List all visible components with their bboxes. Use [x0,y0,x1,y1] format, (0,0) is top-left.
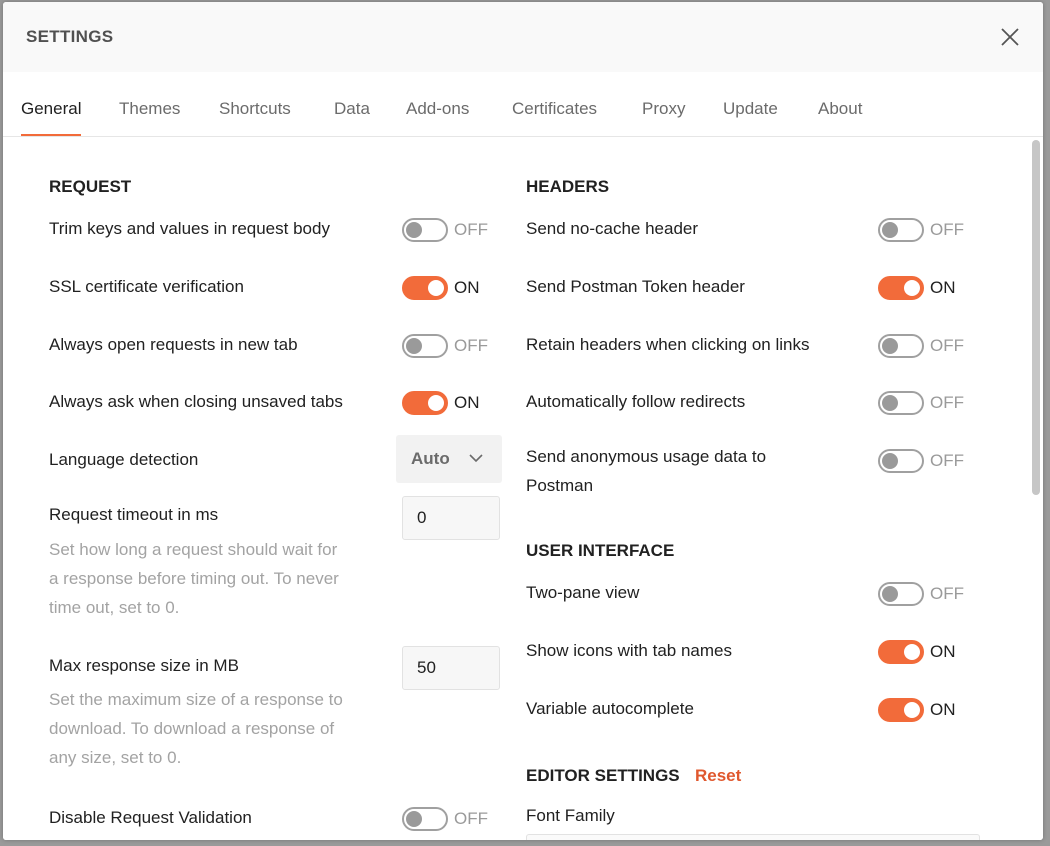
settings-dialog: SETTINGS General Themes Shortcuts Data A… [3,2,1043,840]
tab-themes[interactable]: Themes [119,99,180,134]
close-icon [1001,28,1019,46]
toggle-knob [904,280,920,296]
toggle-knob [406,222,422,238]
no-cache-toggle[interactable] [878,218,924,242]
font-family-select[interactable] [526,834,980,840]
max-size-label: Max response size in MB [49,656,239,675]
reset-link[interactable]: Reset [695,766,741,786]
language-value: Auto [411,449,450,468]
ssl-state: ON [454,278,480,297]
follow-redirects-toggle[interactable] [878,391,924,415]
user-interface-section-title: USER INTERFACE [526,541,675,560]
scrollbar-thumb[interactable] [1032,140,1040,495]
retain-headers-label: Retain headers when clicking on links [526,335,810,354]
postman-token-label: Send Postman Token header [526,277,745,296]
scrollbar[interactable] [1032,140,1040,837]
toggle-knob [406,338,422,354]
postman-token-toggle[interactable] [878,276,924,300]
language-label: Language detection [49,450,199,469]
disable-validation-state: OFF [454,809,488,828]
two-pane-toggle[interactable] [878,582,924,606]
trim-state: OFF [454,220,488,239]
ask-close-label: Always ask when closing unsaved tabs [49,392,343,411]
headers-section-title: HEADERS [526,177,610,196]
max-size-input[interactable] [402,646,500,690]
general-settings-panel: REQUEST Trim keys and values in request … [3,137,1043,840]
follow-redirects-state: OFF [930,393,964,412]
usage-data-state: OFF [930,451,964,470]
new-tab-toggle[interactable] [402,334,448,358]
tab-data[interactable]: Data [334,99,370,134]
autocomplete-state: ON [930,700,956,719]
two-pane-label: Two-pane view [526,583,640,602]
usage-data-toggle[interactable] [878,449,924,473]
tab-icons-state: ON [930,642,956,661]
postman-token-state: ON [930,278,956,297]
tab-icons-label: Show icons with tab names [526,641,732,660]
toggle-knob [904,702,920,718]
timeout-help-line-2: a response before timing out. To never [49,569,339,588]
request-section-title: REQUEST [49,177,132,196]
timeout-help-line-3: time out, set to 0. [49,598,180,617]
trim-toggle[interactable] [402,218,448,242]
usage-data-label-line-1: Send anonymous usage data to [526,447,767,466]
toggle-knob [406,811,422,827]
toggle-knob [882,453,898,469]
toggle-knob [882,222,898,238]
max-size-help-line-1: Set the maximum size of a response to [49,690,343,709]
ask-close-toggle[interactable] [402,391,448,415]
font-family-label: Font Family [526,806,615,825]
no-cache-state: OFF [930,220,964,239]
toggle-knob [882,586,898,602]
disable-validation-label: Disable Request Validation [49,808,252,827]
toggle-knob [428,280,444,296]
retain-headers-state: OFF [930,336,964,355]
toggle-knob [904,644,920,660]
autocomplete-toggle[interactable] [878,698,924,722]
disable-validation-toggle[interactable] [402,807,448,831]
timeout-help-line-1: Set how long a request should wait for [49,540,338,559]
settings-tabs: General Themes Shortcuts Data Add-ons Ce… [3,72,1043,137]
tab-proxy[interactable]: Proxy [642,99,685,134]
editor-settings-section-title: EDITOR SETTINGS [526,766,680,785]
ssl-label: SSL certificate verification [49,277,244,296]
new-tab-state: OFF [454,336,488,355]
tab-update[interactable]: Update [723,99,778,134]
two-pane-state: OFF [930,584,964,603]
tab-icons-toggle[interactable] [878,640,924,664]
toggle-knob [882,395,898,411]
chevron-down-icon [469,454,483,463]
new-tab-label: Always open requests in new tab [49,335,298,354]
dialog-title: SETTINGS [26,27,114,46]
tab-shortcuts[interactable]: Shortcuts [219,99,291,134]
toggle-knob [428,395,444,411]
max-size-help-line-3: any size, set to 0. [49,748,182,767]
close-button[interactable] [997,24,1023,50]
tab-certificates[interactable]: Certificates [512,99,597,134]
ask-close-state: ON [454,393,480,412]
max-size-help-line-2: download. To download a response of [49,719,335,738]
follow-redirects-label: Automatically follow redirects [526,392,746,411]
tab-general[interactable]: General [21,99,82,136]
ssl-toggle[interactable] [402,276,448,300]
timeout-input[interactable] [402,496,500,540]
language-select[interactable]: Auto [396,435,502,483]
autocomplete-label: Variable autocomplete [526,699,694,718]
no-cache-label: Send no-cache header [526,219,699,238]
retain-headers-toggle[interactable] [878,334,924,358]
tab-add-ons[interactable]: Add-ons [406,99,469,134]
toggle-knob [882,338,898,354]
trim-label: Trim keys and values in request body [49,219,330,238]
usage-data-label-line-2: Postman [526,476,594,495]
dialog-header: SETTINGS [3,2,1043,72]
timeout-label: Request timeout in ms [49,505,219,524]
tab-about[interactable]: About [818,99,862,134]
